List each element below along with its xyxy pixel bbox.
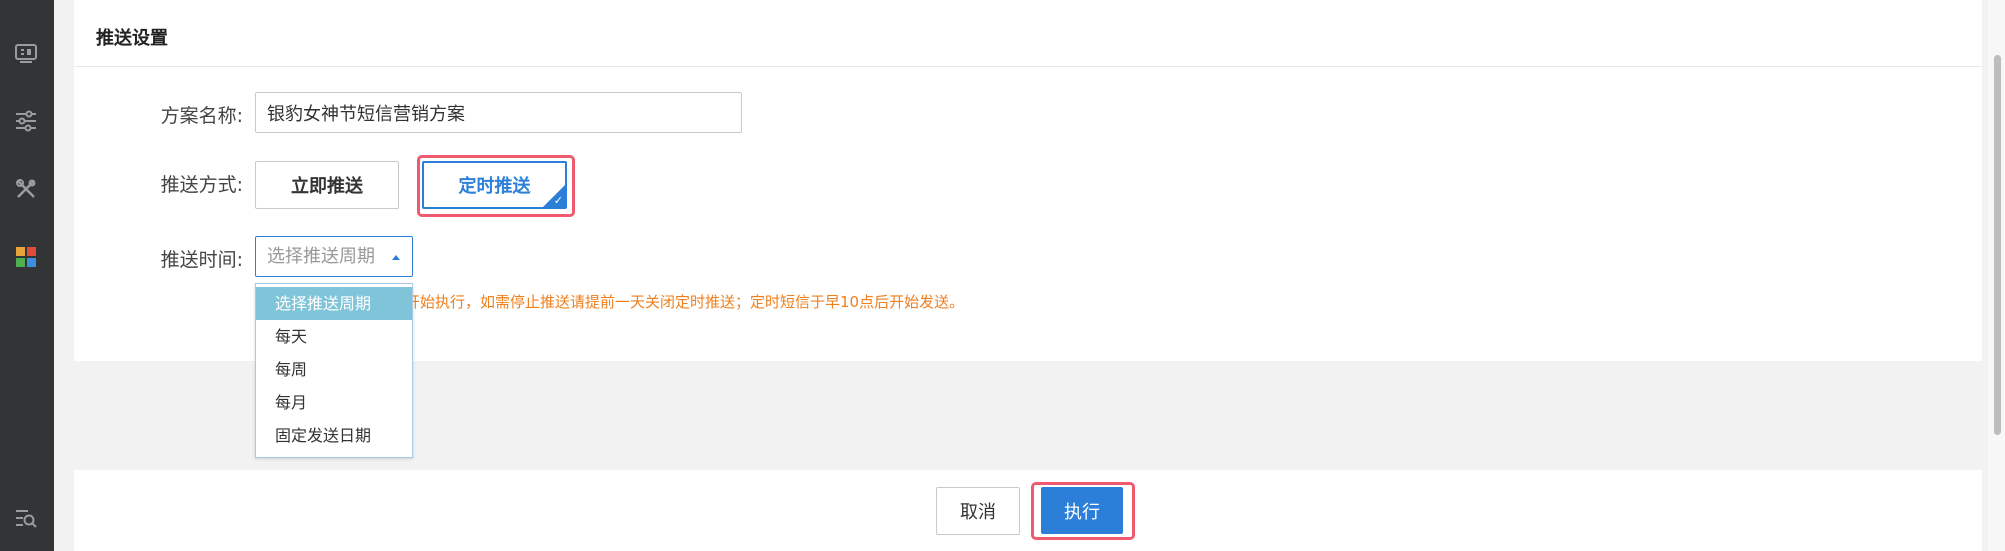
apps-grid-icon[interactable] [13, 244, 39, 270]
sliders-icon[interactable] [13, 108, 39, 134]
sidebar [0, 0, 54, 551]
cancel-button[interactable]: 取消 [936, 487, 1020, 535]
dropdown-option-monthly[interactable]: 每月 [256, 386, 412, 419]
execute-button[interactable]: 执行 [1041, 487, 1123, 534]
search-list-icon[interactable] [13, 505, 39, 531]
push-period-select[interactable]: 选择推送周期 [255, 236, 413, 277]
ticket-icon[interactable] [13, 40, 39, 66]
checkmark-icon: ✓ [553, 194, 563, 207]
caret-up-icon [392, 255, 400, 260]
page-title: 推送设置 [96, 28, 168, 49]
dropdown-option-weekly[interactable]: 每周 [256, 353, 412, 386]
dropdown-option-placeholder[interactable]: 选择推送周期 [256, 287, 412, 320]
footer-bar [74, 470, 1982, 551]
tools-icon[interactable] [13, 176, 39, 202]
timed-push-button[interactable]: 定时推送 ✓ [422, 161, 567, 209]
dropdown-option-daily[interactable]: 每天 [256, 320, 412, 353]
push-period-dropdown: 选择推送周期 每天 每周 每月 固定发送日期 [255, 283, 413, 458]
plan-name-label: 方案名称: [160, 105, 243, 127]
push-method-label: 推送方式: [160, 174, 243, 196]
dropdown-option-fixed-date[interactable]: 固定发送日期 [256, 419, 412, 452]
instant-push-button[interactable]: 立即推送 [255, 161, 399, 209]
push-period-placeholder: 选择推送周期 [267, 246, 375, 267]
push-hint-text: 开始执行，如需停止推送请提前一天关闭定时推送；定时短信于早10点后开始发送。 [405, 293, 965, 311]
plan-name-input[interactable] [255, 92, 742, 133]
scrollbar-thumb[interactable] [1994, 55, 2001, 435]
panel-header: 推送设置 [74, 0, 1982, 67]
push-time-label: 推送时间: [160, 249, 243, 271]
timed-push-label: 定时推送 [458, 176, 531, 197]
